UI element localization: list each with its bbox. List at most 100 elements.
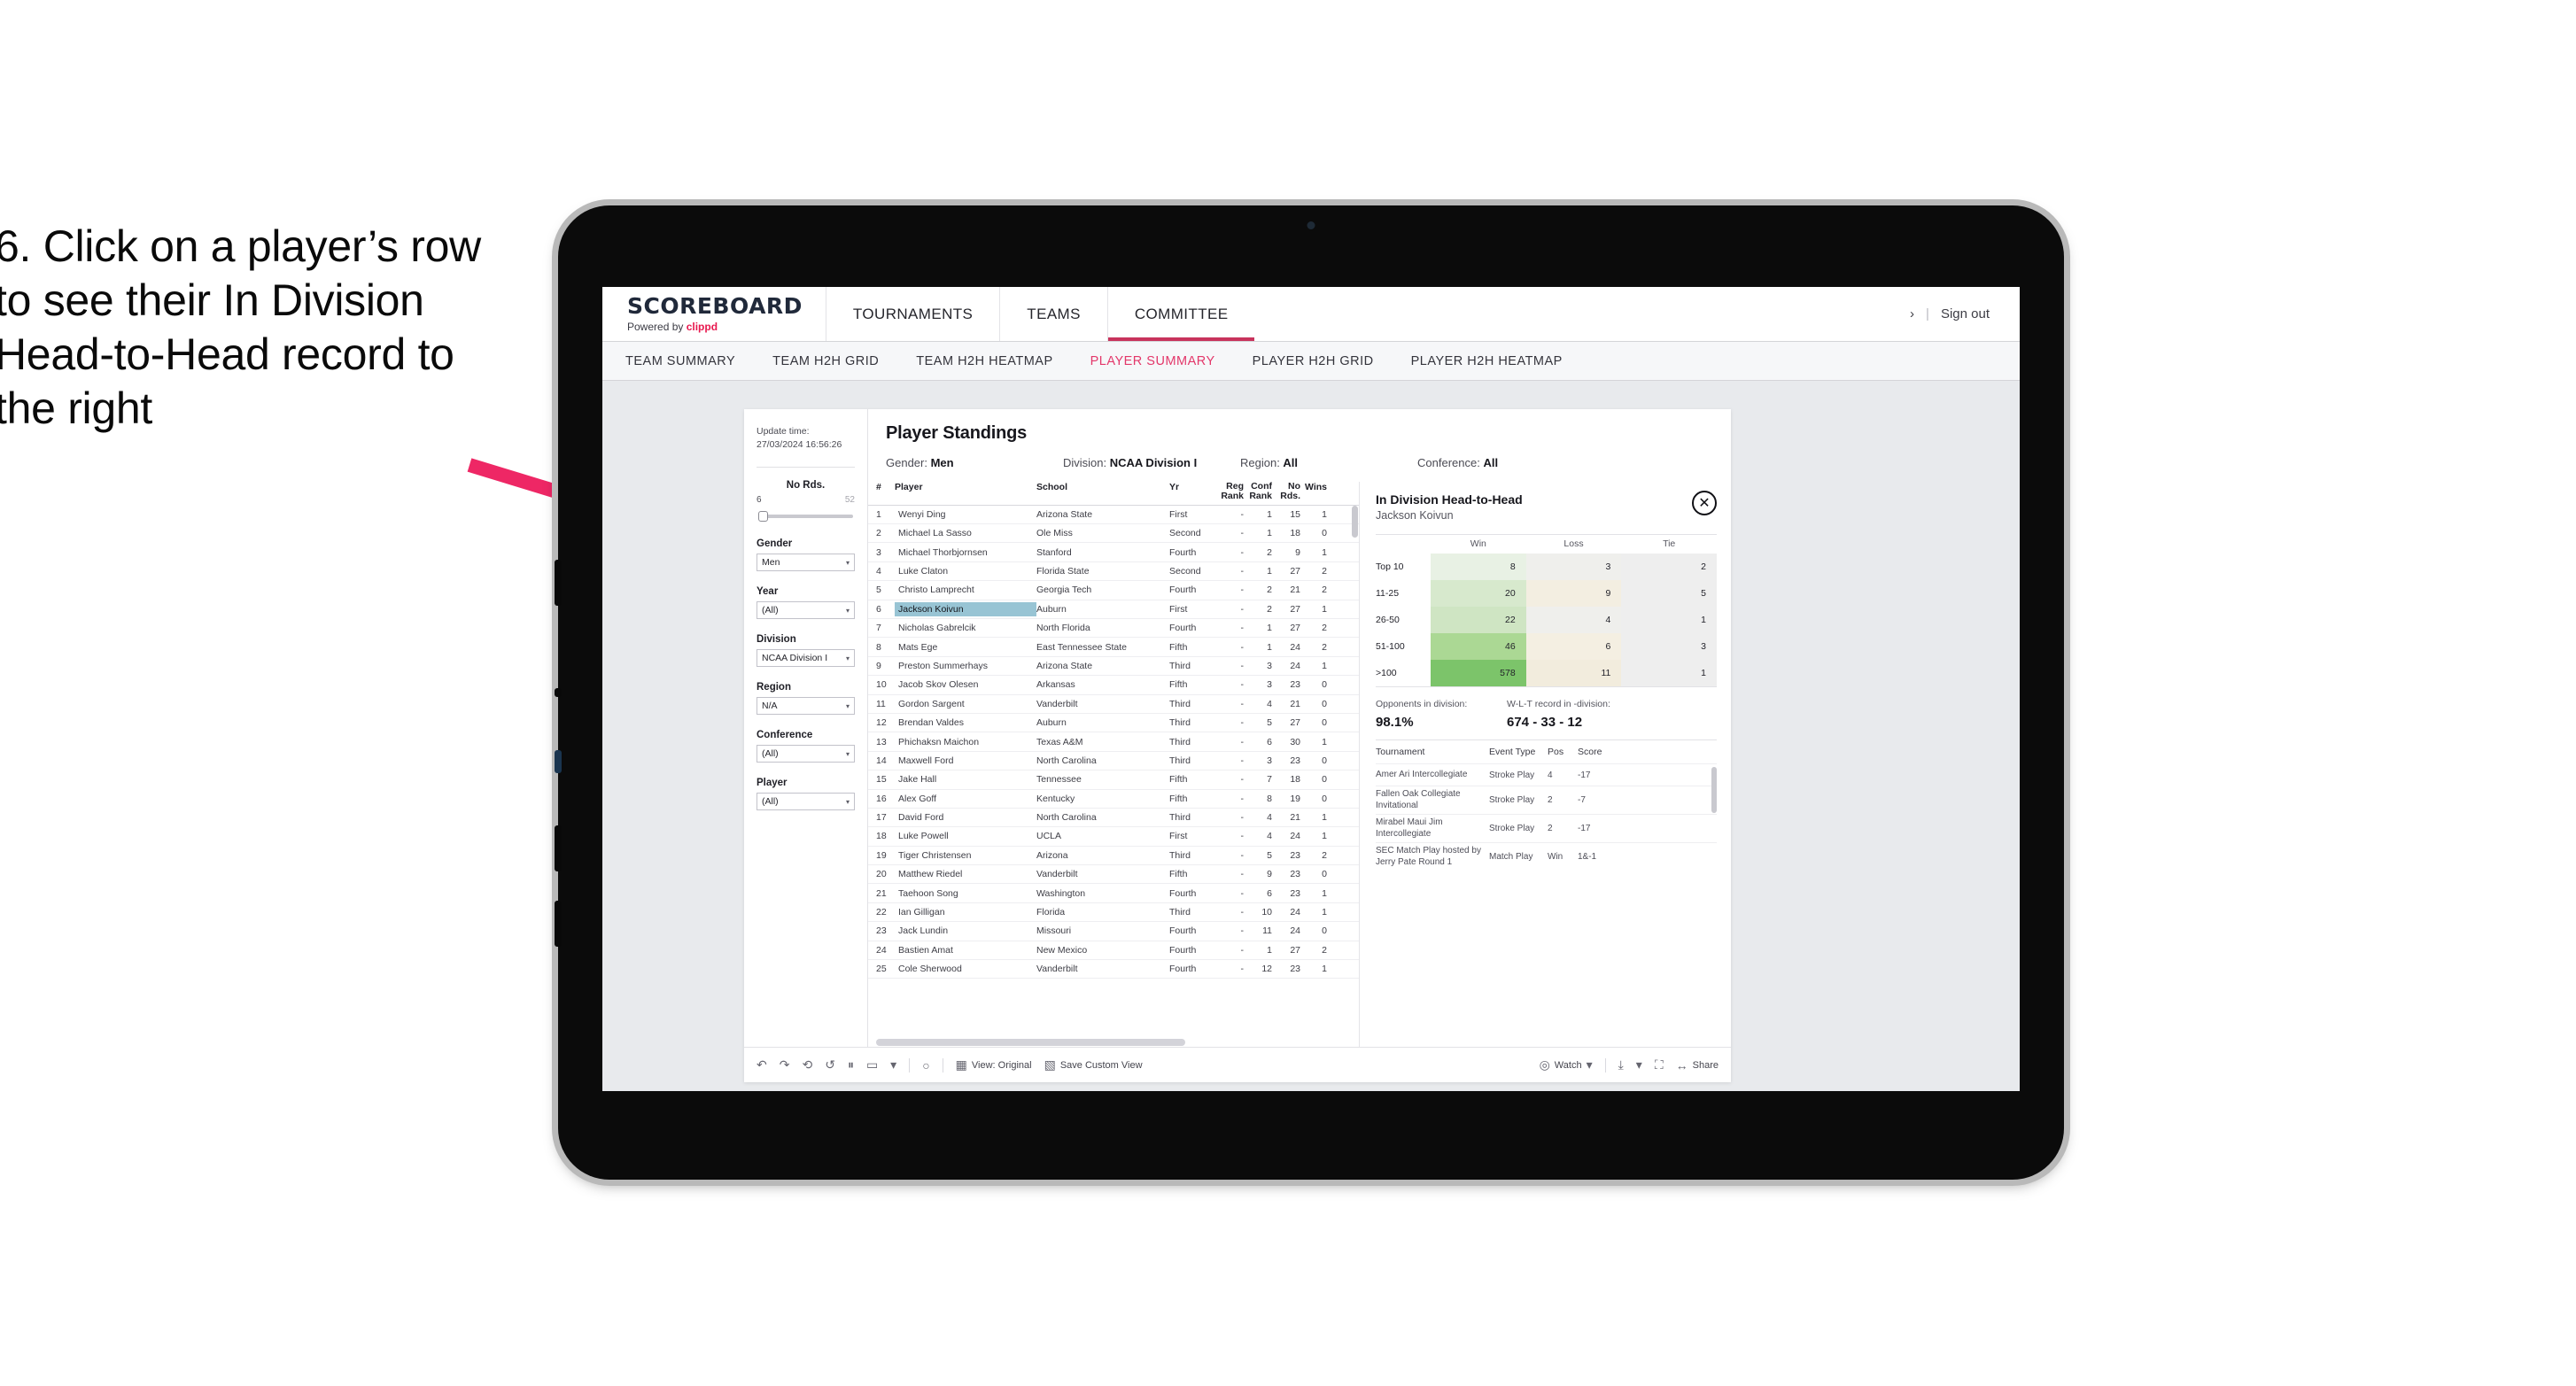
heatmap-cell[interactable]: 11 <box>1525 660 1622 686</box>
save-custom-view-button[interactable]: ▧ Save Custom View <box>1044 1057 1143 1072</box>
device-button[interactable] <box>555 750 562 773</box>
table-row[interactable]: 15 Jake Hall Tennessee Fifth - 7 18 0 <box>868 770 1359 790</box>
shape-icon[interactable]: ▭ <box>866 1057 878 1072</box>
table-row[interactable]: 5 Christo Lamprecht Georgia Tech Fourth - 2 21… <box>868 581 1359 600</box>
gender-select[interactable]: Men ▾ <box>757 554 855 572</box>
table-row[interactable]: 23 Jack Lundin Missouri Fourth - 11 24 0 <box>868 922 1359 941</box>
tournament-cell: Amer Ari Intercollegiate <box>1376 769 1468 779</box>
shape-caret-icon[interactable]: ▾ <box>890 1057 896 1072</box>
tab-team-h2h-heatmap[interactable]: TEAM H2H HEATMAP <box>916 354 1052 368</box>
table-cell: Vanderbilt <box>1036 869 1078 880</box>
table-cell: 3 <box>1267 660 1272 671</box>
download-icon[interactable]: ⤓ <box>1618 1057 1624 1072</box>
slider-handle[interactable] <box>758 511 768 523</box>
table-cell: Jack Lundin <box>898 925 949 937</box>
tournament-row[interactable]: SEC Match Play hosted by Jerry Pate Roun… <box>1376 842 1717 871</box>
nav-tournaments[interactable]: TOURNAMENTS <box>825 287 999 341</box>
tab-team-summary[interactable]: TEAM SUMMARY <box>625 354 735 368</box>
table-row[interactable]: 18 Luke Powell UCLA First - 4 24 1 <box>868 827 1359 847</box>
year-select[interactable]: (All) ▾ <box>757 601 855 620</box>
table-row[interactable]: 11 Gordon Sargent Vanderbilt Third - 4 21 0 <box>868 695 1359 714</box>
heatmap-cell[interactable]: 20 <box>1431 580 1526 607</box>
device-button[interactable] <box>555 688 562 697</box>
table-row[interactable]: 8 Mats Ege East Tennessee State Fifth - 1 24 2 <box>868 638 1359 657</box>
player-select[interactable]: (All) ▾ <box>757 793 855 811</box>
tab-player-summary[interactable]: PLAYER SUMMARY <box>1090 354 1215 368</box>
table-row[interactable]: 9 Preston Summerhays Arizona State Third - 3 2… <box>868 657 1359 677</box>
table-row[interactable]: 20 Matthew Riedel Vanderbilt Fifth - 9 23 0 <box>868 865 1359 885</box>
heatmap-cell[interactable]: 3 <box>1621 633 1718 660</box>
heatmap-cell[interactable]: 1 <box>1621 607 1718 633</box>
table-cell: 4 <box>1267 698 1272 709</box>
device-button[interactable] <box>555 825 562 871</box>
table-cell: 2 <box>1267 603 1272 615</box>
table-row[interactable]: 19 Tiger Christensen Arizona Third - 5 23 2 <box>868 847 1359 866</box>
table-row[interactable]: 13 Phichaksn Maichon Texas A&M Third - 6 30 1 <box>868 732 1359 752</box>
heatmap-cell[interactable]: 1 <box>1621 660 1718 686</box>
heatmap-cell[interactable]: 578 <box>1431 660 1526 686</box>
table-row[interactable]: 1 Wenyi Ding Arizona State First - 1 15 1 <box>868 506 1359 525</box>
vertical-scrollbar[interactable] <box>1352 505 1358 538</box>
nav-committee[interactable]: COMMITTEE <box>1106 287 1255 341</box>
tab-player-h2h-heatmap[interactable]: PLAYER H2H HEATMAP <box>1411 354 1563 368</box>
tab-player-h2h-grid[interactable]: PLAYER H2H GRID <box>1253 354 1374 368</box>
heatmap-cell[interactable]: 6 <box>1525 633 1622 660</box>
tab-team-h2h-grid[interactable]: TEAM H2H GRID <box>772 354 879 368</box>
conference-select[interactable]: (All) ▾ <box>757 745 855 763</box>
heatmap-cell[interactable]: 5 <box>1621 580 1718 607</box>
fullscreen-icon[interactable]: ⛶ <box>1655 1057 1664 1072</box>
heatmap-cell[interactable]: 8 <box>1431 554 1526 580</box>
table-cell: 19 <box>876 849 887 861</box>
device-button[interactable] <box>555 901 562 947</box>
division-select[interactable]: NCAA Division I ▾ <box>757 649 855 668</box>
table-cell: Michael Thorbjornsen <box>898 546 988 558</box>
download-caret-icon[interactable]: ▾ <box>1636 1057 1642 1072</box>
table-cell: 4 <box>876 566 881 577</box>
refresh-icon[interactable]: ↺ <box>825 1057 835 1072</box>
table-cell: 6 <box>876 603 881 615</box>
heatmap-cell[interactable]: 4 <box>1525 607 1622 633</box>
redo-icon[interactable]: ↷ <box>780 1057 790 1072</box>
horizontal-scrollbar[interactable] <box>876 1039 1185 1046</box>
table-row[interactable]: 7 Nicholas Gabrelcik North Florida Fourth - 1… <box>868 619 1359 639</box>
pause-icon[interactable]: ⏸ <box>848 1057 854 1072</box>
sign-out-link[interactable]: Sign out <box>1941 306 1990 321</box>
table-cell: 17 <box>876 812 887 824</box>
heatmap-cell[interactable]: 9 <box>1525 580 1622 607</box>
table-cell: Tiger Christensen <box>898 849 972 861</box>
no-rds-slider[interactable] <box>757 510 855 523</box>
table-row[interactable]: 17 David Ford North Carolina Third - 4 21 1 <box>868 809 1359 828</box>
table-row[interactable]: 2 Michael La Sasso Ole Miss Second - 1 18 0 <box>868 524 1359 544</box>
account-caret-icon[interactable]: › <box>1910 306 1914 321</box>
table-row[interactable]: 16 Alex Goff Kentucky Fifth - 8 19 0 <box>868 790 1359 809</box>
table-row[interactable]: 6 Jackson Koivun Auburn First - 2 27 1 <box>868 600 1359 619</box>
tournament-row[interactable]: Fallen Oak Collegiate Invitational Stroke… <box>1376 786 1717 814</box>
revert-icon[interactable]: ⟲ <box>802 1057 812 1072</box>
table-row[interactable]: 10 Jacob Skov Olesen Arkansas Fifth - 3 23 0 <box>868 676 1359 695</box>
table-row[interactable]: 21 Taehoon Song Washington Fourth - 6 23 1 <box>868 884 1359 903</box>
region-select[interactable]: N/A ▾ <box>757 697 855 716</box>
tournament-row[interactable]: Amer Ari Intercollegiate Stroke Play 4 -17 <box>1376 763 1717 786</box>
close-icon[interactable]: ✕ <box>1692 491 1717 515</box>
heatmap-cell[interactable]: 46 <box>1431 633 1526 660</box>
undo-icon[interactable]: ↶ <box>757 1057 767 1072</box>
heatmap-cell[interactable]: 2 <box>1621 554 1718 580</box>
tournament-scrollbar[interactable] <box>1711 767 1717 813</box>
table-row[interactable]: 24 Bastien Amat New Mexico Fourth - 1 27 2 <box>868 941 1359 961</box>
heatmap-cell[interactable]: 3 <box>1525 554 1622 580</box>
heatmap-cell[interactable]: 22 <box>1431 607 1526 633</box>
nav-teams[interactable]: TEAMS <box>999 287 1107 341</box>
table-cell: 15 <box>876 774 887 786</box>
table-row[interactable]: 12 Brendan Valdes Auburn Third - 5 27 0 <box>868 714 1359 733</box>
clock-icon[interactable]: ○ <box>922 1058 929 1072</box>
table-row[interactable]: 14 Maxwell Ford North Carolina Third - 3 23 0 <box>868 752 1359 771</box>
table-row[interactable]: 25 Cole Sherwood Vanderbilt Fourth - 12 23 1 <box>868 960 1359 979</box>
view-original-button[interactable]: ▦ View: Original <box>956 1057 1032 1072</box>
table-row[interactable]: 22 Ian Gilligan Florida Third - 10 24 1 <box>868 903 1359 923</box>
share-button[interactable]: ↔ Share <box>1676 1058 1719 1072</box>
table-row[interactable]: 3 Michael Thorbjornsen Stanford Fourth - 2 9 1 <box>868 543 1359 562</box>
tournament-row[interactable]: Mirabel Maui Jim Intercollegiate Stroke P… <box>1376 814 1717 842</box>
watch-button[interactable]: ◎ Watch ▾ <box>1540 1057 1593 1072</box>
device-button[interactable] <box>555 560 562 606</box>
table-row[interactable]: 4 Luke Claton Florida State Second - 1 27 2 <box>868 562 1359 582</box>
